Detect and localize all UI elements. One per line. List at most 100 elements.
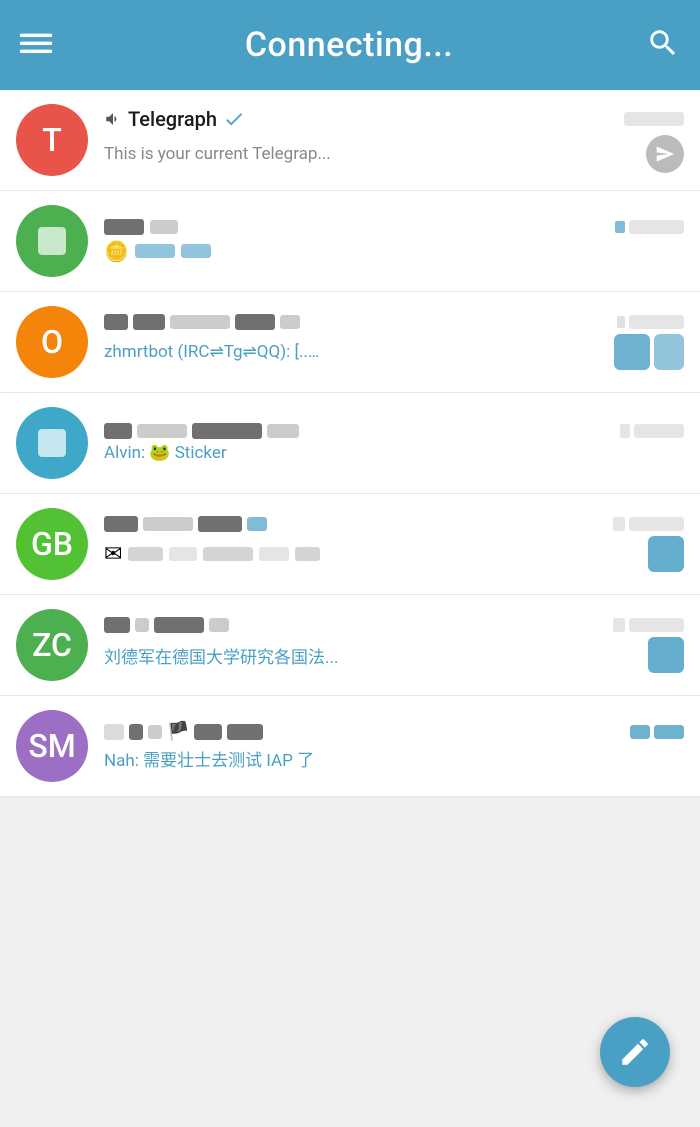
status-blur-7 xyxy=(630,725,650,739)
chat-top-row-3 xyxy=(104,314,684,330)
name-blur-3e xyxy=(280,315,300,329)
preview-blur-2b xyxy=(181,244,211,258)
name-blur-7b xyxy=(129,724,143,740)
time-blur-5 xyxy=(629,517,684,531)
hamburger-icon xyxy=(20,27,52,59)
name-blur-6d xyxy=(209,618,229,632)
status-blur-5 xyxy=(613,517,625,531)
chat-content-5: ✉ xyxy=(104,516,684,572)
preview-blur-5c xyxy=(203,547,253,561)
chat-item-telegraph[interactable]: T Telegraph xyxy=(0,90,700,191)
status-blur-6 xyxy=(613,618,625,632)
name-blur-3b xyxy=(133,314,165,330)
chat-preview-3: zhmrtbot (IRC⇌Tg⇌QQ): [..… xyxy=(104,342,606,362)
name-blur-4a xyxy=(104,423,132,439)
chat-content-telegraph: Telegraph This is your current Telegrap.… xyxy=(104,107,684,173)
chat-content-7: 🏴 Nah: 需要壮士去测试 IAP 了 xyxy=(104,721,684,771)
time-blur-3 xyxy=(629,315,684,329)
name-blur-7e xyxy=(227,724,263,740)
time-blur-2 xyxy=(629,220,684,234)
avatar-letter-7: SM xyxy=(28,730,75,762)
chat-preview-row-5: ✉ xyxy=(104,536,684,572)
avatar-letter-3: O xyxy=(41,326,63,358)
name-blur-4b xyxy=(137,424,187,438)
search-icon xyxy=(646,26,680,60)
mute-icon xyxy=(104,110,122,128)
avatar-letter: T xyxy=(42,124,62,156)
app-title: Connecting... xyxy=(245,25,453,65)
name-blur-6b xyxy=(135,618,149,632)
chat-preview-row-4: Alvin: 🐸 Sticker xyxy=(104,443,684,463)
avatar-6: ZC xyxy=(16,609,88,681)
name-blur-6a xyxy=(104,617,130,633)
chat-top-row-4 xyxy=(104,423,684,439)
chat-top-row: Telegraph xyxy=(104,107,684,131)
preview-blur-5d xyxy=(259,547,289,561)
chat-content-2: 🪙 xyxy=(104,219,684,263)
chat-preview-4: Alvin: 🐸 Sticker xyxy=(104,443,684,463)
name-blur-5a xyxy=(104,516,138,532)
time-status-4 xyxy=(620,424,684,438)
time-status-3 xyxy=(617,315,684,329)
time-status-telegraph xyxy=(624,112,684,126)
compose-fab[interactable] xyxy=(600,1017,670,1087)
time-status-2 xyxy=(615,220,684,234)
status-blur-4 xyxy=(620,424,630,438)
chat-top-row-2 xyxy=(104,219,684,235)
name-blur-3d xyxy=(235,314,275,330)
avatar-3: O xyxy=(16,306,88,378)
name-blur-4c xyxy=(192,423,262,439)
preview-blur-5b xyxy=(169,547,197,561)
time-status-7 xyxy=(630,725,684,739)
avatar-letter-5: GB xyxy=(31,528,73,560)
top-bar: Connecting... xyxy=(0,0,700,90)
avatar-inner-2 xyxy=(38,227,66,255)
chat-item-5[interactable]: GB xyxy=(0,494,700,595)
avatar-4 xyxy=(16,407,88,479)
pencil-icon xyxy=(618,1035,652,1069)
avatar-5: GB xyxy=(16,508,88,580)
time-blur-4 xyxy=(634,424,684,438)
chat-preview-row-2: 🪙 xyxy=(104,239,684,263)
chat-list: T Telegraph xyxy=(0,90,700,797)
time-status-5 xyxy=(613,517,684,531)
name-blur-2b xyxy=(150,220,178,234)
chat-content-3: zhmrtbot (IRC⇌Tg⇌QQ): [..… xyxy=(104,314,684,370)
avatar-telegraph: T xyxy=(16,104,88,176)
chat-item-2[interactable]: 🪙 xyxy=(0,191,700,292)
hamburger-button[interactable] xyxy=(20,27,52,63)
emoji-gold: 🪙 xyxy=(104,239,129,263)
preview-blur-5a xyxy=(128,547,163,561)
chat-name-area-3 xyxy=(104,314,300,330)
chat-name-area-2 xyxy=(104,219,178,235)
chat-item-4[interactable]: Alvin: 🐸 Sticker xyxy=(0,393,700,494)
chat-preview-row-6: 刘德军在德国大学研究各国法... xyxy=(104,637,684,673)
chat-name-area-5 xyxy=(104,516,267,532)
badge-icon-6 xyxy=(648,637,684,673)
chat-item-3[interactable]: O xyxy=(0,292,700,393)
verified-icon xyxy=(223,108,245,130)
chat-name-area: Telegraph xyxy=(104,107,245,131)
chat-item-7[interactable]: SM 🏴 xyxy=(0,696,700,797)
name-blur-7c xyxy=(148,725,162,739)
name-blur-3c xyxy=(170,315,230,329)
chat-preview-row-7: Nah: 需要壮士去测试 IAP 了 xyxy=(104,746,684,771)
status-blur-2 xyxy=(615,221,625,233)
chat-preview-7: Nah: 需要壮士去测试 IAP 了 xyxy=(104,746,684,771)
search-button[interactable] xyxy=(646,26,680,64)
avatar-2 xyxy=(16,205,88,277)
name-blur-3a xyxy=(104,314,128,330)
badge-area-3 xyxy=(614,334,684,370)
avatar-7: SM xyxy=(16,710,88,782)
chat-preview-row: This is your current Telegrap... xyxy=(104,135,684,173)
preview-blur-2a xyxy=(135,244,175,258)
emoji-mail-5: ✉ xyxy=(104,542,122,567)
chat-name-telegraph: Telegraph xyxy=(128,107,217,131)
badge-icon-5 xyxy=(648,536,684,572)
chat-top-row-5 xyxy=(104,516,684,532)
send-icon-telegraph xyxy=(646,135,684,173)
badge-icon-3a xyxy=(614,334,650,370)
chat-content-4: Alvin: 🐸 Sticker xyxy=(104,423,684,463)
chat-name-area-6 xyxy=(104,617,229,633)
chat-item-6[interactable]: ZC xyxy=(0,595,700,696)
